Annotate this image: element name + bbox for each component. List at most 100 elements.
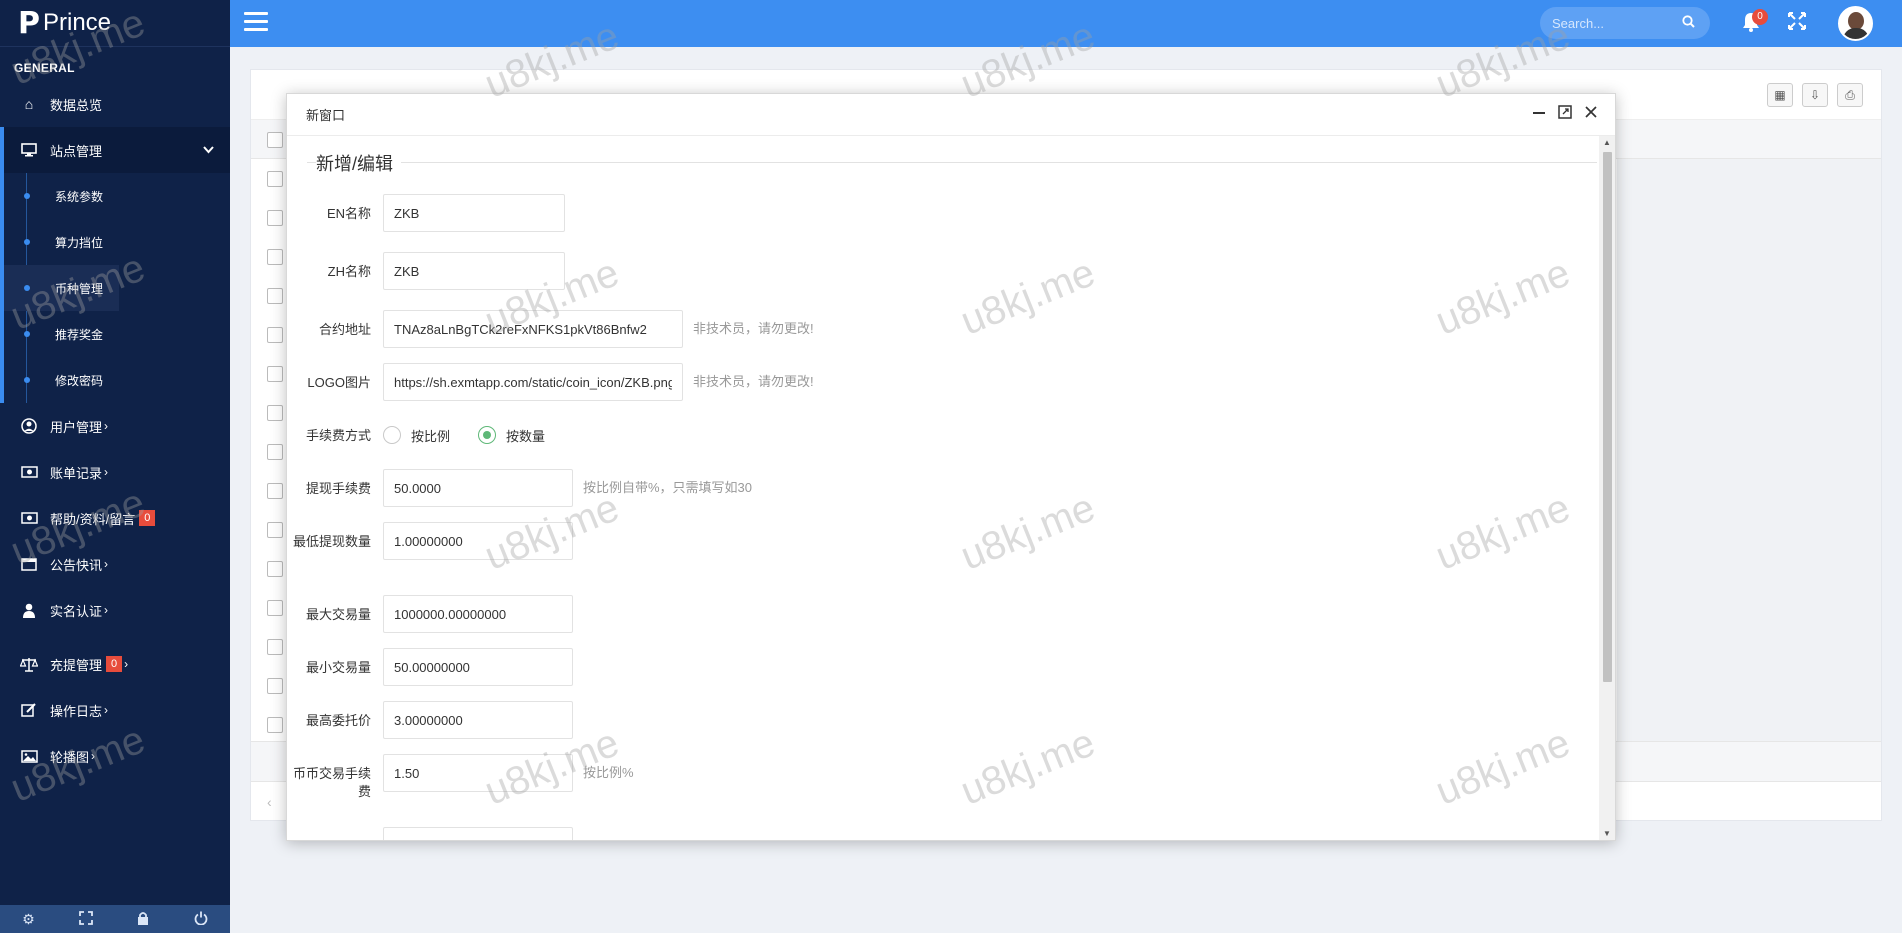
checkbox[interactable]: [267, 405, 283, 421]
money-icon: [20, 463, 38, 481]
nav-item-dashboard[interactable]: ⌂ 数据总览: [0, 81, 230, 127]
checkbox[interactable]: [267, 288, 283, 304]
home-icon: ⌂: [24, 96, 34, 112]
zh-name-input[interactable]: [383, 252, 565, 290]
modal-scrollbar[interactable]: ▲ ▼: [1599, 136, 1615, 840]
nav-item-carousel[interactable]: 轮播图 ›: [0, 733, 230, 779]
export-icon[interactable]: ⇩: [1802, 83, 1828, 107]
radio-label: 按数量: [506, 428, 546, 444]
search-input[interactable]: [1552, 15, 1682, 31]
radio-by-quantity[interactable]: 按数量: [478, 426, 545, 445]
section-label: GENERAL: [14, 61, 75, 75]
nav-item-help[interactable]: 帮助/资料/留言 0: [0, 495, 230, 541]
sub-item-referral-bonus[interactable]: 推荐奖金: [4, 311, 230, 357]
checkbox[interactable]: [267, 249, 283, 265]
logo-text: Prince: [43, 9, 112, 36]
checkbox[interactable]: [267, 483, 283, 499]
label-max-trade: 最大交易量: [305, 607, 371, 622]
nav-label: 公告快讯: [50, 557, 103, 573]
nav-label: 实名认证: [50, 603, 103, 619]
checkbox[interactable]: [267, 600, 283, 616]
max-trade-input[interactable]: [383, 595, 573, 633]
withdraw-fee-hint: 按比例自带%，只需填写如30: [583, 480, 753, 495]
checkbox[interactable]: [267, 561, 283, 577]
checkbox[interactable]: [267, 366, 283, 382]
menu-icon[interactable]: [244, 12, 268, 34]
checkbox[interactable]: [267, 717, 283, 733]
min-trade-input[interactable]: [383, 648, 573, 686]
top-header: 0: [230, 0, 1902, 47]
monitor-icon: [20, 141, 38, 159]
balance-scale-icon: [20, 655, 38, 673]
minimize-icon[interactable]: [1530, 105, 1548, 123]
nav-item-bills[interactable]: 账单记录 ›: [0, 449, 230, 495]
sub-item-hashrate-levels[interactable]: 算力挡位: [4, 219, 230, 265]
help-badge: 0: [139, 510, 156, 526]
sub-item-change-password[interactable]: 修改密码: [4, 357, 230, 403]
power-icon[interactable]: [194, 911, 208, 928]
trade-fee-input[interactable]: [383, 754, 573, 792]
chevron-right-icon: ›: [104, 703, 109, 717]
search-box[interactable]: [1540, 7, 1710, 39]
en-name-input[interactable]: [383, 194, 565, 232]
fullscreen-icon[interactable]: [1788, 12, 1806, 35]
sub-item-system-params[interactable]: 系统参数: [4, 173, 230, 219]
avatar[interactable]: [1838, 6, 1873, 41]
checkbox[interactable]: [267, 522, 283, 538]
logo[interactable]: P Prince: [0, 0, 230, 47]
fullscreen-icon[interactable]: [79, 910, 93, 928]
scroll-thumb[interactable]: [1603, 152, 1612, 682]
fee-mode-radio-group: 按比例 按数量: [383, 416, 573, 454]
logo-url-input[interactable]: [383, 363, 683, 401]
row-zh-name: ZH名称: [287, 252, 565, 290]
modal-header[interactable]: 新窗口: [287, 94, 1615, 136]
nav-label: 用户管理: [50, 419, 103, 435]
nav-item-deposit-withdraw[interactable]: 充提管理 0 ›: [0, 641, 230, 687]
checkbox[interactable]: [267, 210, 283, 226]
checkbox[interactable]: [267, 327, 283, 343]
row-withdraw-fee: 提现手续费 按比例自带%，只需填写如30: [287, 469, 752, 507]
radio-circle[interactable]: [383, 426, 401, 444]
row-max-trade: 最大交易量: [287, 595, 573, 633]
nav-item-site-management[interactable]: 站点管理: [0, 127, 230, 173]
checkbox[interactable]: [267, 678, 283, 694]
nav-item-users[interactable]: 用户管理 ›: [0, 403, 230, 449]
search-icon[interactable]: [1682, 15, 1695, 31]
radio-circle[interactable]: [478, 426, 497, 444]
deposit-badge: 0: [106, 656, 123, 672]
withdraw-fee-input[interactable]: [383, 469, 573, 507]
lock-icon[interactable]: [137, 911, 149, 928]
row-en-name: EN名称: [287, 194, 565, 232]
checkbox[interactable]: [267, 132, 283, 148]
scroll-down-icon[interactable]: ▼: [1603, 829, 1611, 838]
columns-icon[interactable]: ▦: [1767, 83, 1793, 107]
sidebar-footer: ⚙: [0, 905, 230, 933]
next-input[interactable]: [383, 827, 573, 840]
gear-icon[interactable]: ⚙: [22, 911, 35, 928]
scroll-up-icon[interactable]: ▲: [1603, 138, 1611, 147]
chevron-right-icon: ›: [124, 657, 129, 671]
nav-item-logs[interactable]: 操作日志 ›: [0, 687, 230, 733]
label-zh-name: ZH名称: [327, 264, 371, 279]
checkbox[interactable]: [267, 171, 283, 187]
maximize-icon[interactable]: [1556, 105, 1574, 123]
max-order-price-input[interactable]: [383, 701, 573, 739]
sub-item-coin-management[interactable]: 币种管理: [4, 265, 119, 311]
nav-item-real-name[interactable]: 实名认证 ›: [0, 587, 230, 633]
checkbox[interactable]: [267, 444, 283, 460]
close-icon[interactable]: [1582, 105, 1600, 123]
radio-by-ratio[interactable]: 按比例: [383, 426, 450, 445]
sub-label: 推荐奖金: [55, 327, 104, 342]
label-withdraw-fee: 提现手续费: [305, 481, 371, 496]
nav-item-announcements[interactable]: 公告快讯 ›: [0, 541, 230, 587]
checkbox[interactable]: [267, 639, 283, 655]
row-min-withdraw: 最低提现数量: [287, 522, 573, 560]
min-withdraw-input[interactable]: [383, 522, 573, 560]
chevron-left-icon[interactable]: ‹: [267, 794, 272, 810]
dot-icon: [24, 377, 30, 383]
row-contract: 合约地址 非技术员，请勿更改!: [287, 310, 814, 348]
contract-address-input[interactable]: [383, 310, 683, 348]
chevron-right-icon: ›: [104, 419, 109, 433]
nav-label: 充提管理: [50, 657, 103, 673]
print-icon[interactable]: ⎙: [1837, 83, 1863, 107]
